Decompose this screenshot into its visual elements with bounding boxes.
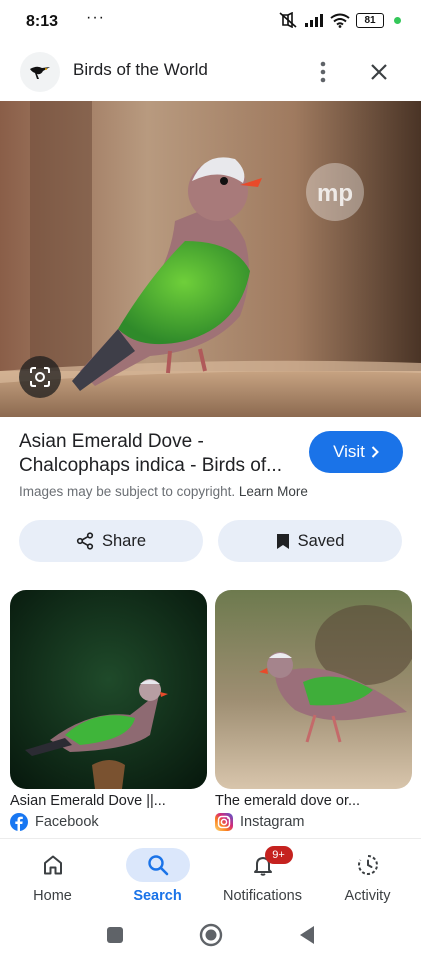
result-image[interactable]: mp — [0, 101, 421, 417]
nav-activity-label: Activity — [344, 888, 391, 904]
related-result-card[interactable]: Asian Emerald Dove ||... Facebook — [10, 590, 207, 831]
wifi-icon — [330, 13, 350, 28]
home-system-button[interactable] — [198, 922, 224, 948]
bookmark-filled-icon — [276, 533, 289, 549]
square-icon — [107, 927, 123, 943]
source-name: Facebook — [35, 814, 99, 830]
more-options-button[interactable] — [310, 56, 336, 88]
site-header: Birds of the World — [0, 44, 421, 100]
related-result-source: Instagram — [215, 813, 412, 831]
copyright-text: Images may be subject to copyright. — [19, 484, 236, 499]
source-name: Instagram — [240, 814, 305, 830]
nav-home[interactable]: Home — [0, 839, 105, 911]
more-vert-icon — [320, 61, 326, 83]
result-title-line2: Chalcophaps indica - Birds of... — [19, 455, 282, 476]
site-logo-icon[interactable] — [20, 52, 60, 92]
related-result-image[interactable] — [10, 590, 207, 789]
saved-label: Saved — [297, 531, 345, 550]
copyright-notice: Images may be subject to copyright. Lear… — [19, 484, 308, 499]
close-icon — [371, 64, 387, 80]
lens-search-button[interactable] — [19, 356, 61, 398]
visit-label: Visit — [333, 442, 365, 461]
close-button[interactable] — [365, 56, 393, 88]
related-result-source: Facebook — [10, 813, 207, 831]
instagram-icon — [215, 813, 233, 831]
system-navigation-bar — [0, 910, 421, 960]
related-result-title: Asian Emerald Dove ||... — [10, 793, 166, 809]
share-button[interactable]: Share — [19, 520, 203, 562]
site-title: Birds of the World — [73, 60, 208, 79]
share-icon — [76, 532, 94, 550]
saved-button[interactable]: Saved — [218, 520, 402, 562]
privacy-indicator-dot — [394, 16, 401, 24]
battery-indicator: 81 — [356, 12, 384, 28]
activity-icon — [357, 855, 378, 875]
learn-more-link[interactable]: Learn More — [239, 484, 308, 499]
status-more-dots: ··· — [86, 9, 105, 26]
lens-icon — [30, 367, 50, 387]
result-title-line1: Asian Emerald Dove - — [19, 431, 204, 452]
back-triangle-icon — [300, 926, 314, 944]
status-bar: 8:13 ··· 81 — [0, 0, 421, 44]
nav-search-label: Search — [133, 888, 182, 904]
share-label: Share — [101, 531, 147, 550]
recent-apps-button[interactable] — [102, 922, 128, 948]
nav-notifications[interactable]: 9+ Notifications — [210, 839, 315, 911]
nav-activity[interactable]: Activity — [315, 839, 420, 911]
home-icon — [43, 855, 62, 875]
related-result-card[interactable]: The emerald dove or... Instagram — [215, 590, 412, 831]
image-watermark: mp — [317, 180, 353, 207]
status-time: 8:13 — [26, 13, 59, 30]
back-button[interactable] — [294, 922, 320, 948]
circle-home-icon — [199, 923, 223, 947]
mute-icon — [279, 12, 297, 28]
status-icons: 81 — [278, 12, 401, 28]
nav-home-label: Home — [33, 888, 72, 904]
related-result-image[interactable] — [215, 590, 412, 789]
visit-button[interactable]: Visit — [309, 431, 403, 473]
nav-search[interactable]: Search — [105, 839, 210, 911]
search-icon — [147, 855, 168, 876]
facebook-icon — [10, 813, 28, 831]
related-result-title: The emerald dove or... — [215, 793, 361, 809]
result-title[interactable]: Asian Emerald Dove - Chalcophaps indica … — [19, 430, 299, 478]
chevron-right-icon — [371, 446, 379, 458]
bottom-navigation: Home Search 9+ Notifications Activity — [0, 838, 421, 911]
notification-badge: 9+ — [264, 846, 293, 864]
signal-icon — [305, 14, 323, 27]
nav-notifications-label: Notifications — [223, 888, 302, 904]
